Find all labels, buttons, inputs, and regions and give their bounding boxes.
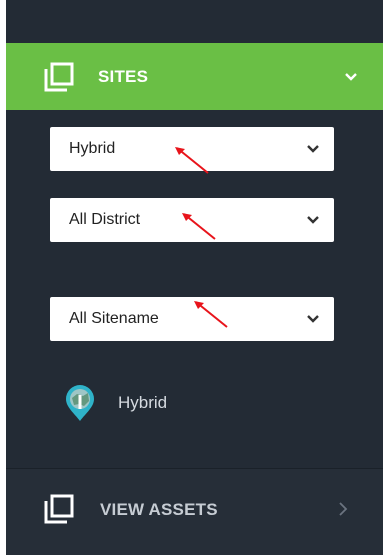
site-type-select-value: Hybrid <box>69 140 116 157</box>
site-list-item-hybrid[interactable]: Hybrid <box>62 383 262 423</box>
annotation-arrow <box>175 147 209 174</box>
copy-icon <box>44 494 74 524</box>
chevron-down-icon[interactable] <box>344 70 358 84</box>
sites-nav-header[interactable]: SITES <box>6 43 383 110</box>
map-pin-icon <box>66 385 94 421</box>
chevron-down-icon <box>307 315 319 323</box>
chevron-down-icon <box>307 216 319 224</box>
view-assets-nav-label: VIEW ASSETS <box>100 500 218 519</box>
sites-nav-label: SITES <box>98 67 149 86</box>
chevron-right-icon[interactable] <box>337 501 349 517</box>
sidebar: SITES Hybrid All District All Sitename H… <box>6 0 383 555</box>
district-select-value: All District <box>69 211 141 228</box>
sitename-select-value: All Sitename <box>69 310 159 327</box>
annotation-arrow <box>182 213 216 240</box>
annotation-arrow <box>194 301 228 328</box>
copy-icon <box>44 62 74 92</box>
view-assets-nav-item[interactable]: VIEW ASSETS <box>6 469 383 555</box>
site-list-item-label: Hybrid <box>118 393 168 412</box>
chevron-down-icon <box>307 145 319 153</box>
